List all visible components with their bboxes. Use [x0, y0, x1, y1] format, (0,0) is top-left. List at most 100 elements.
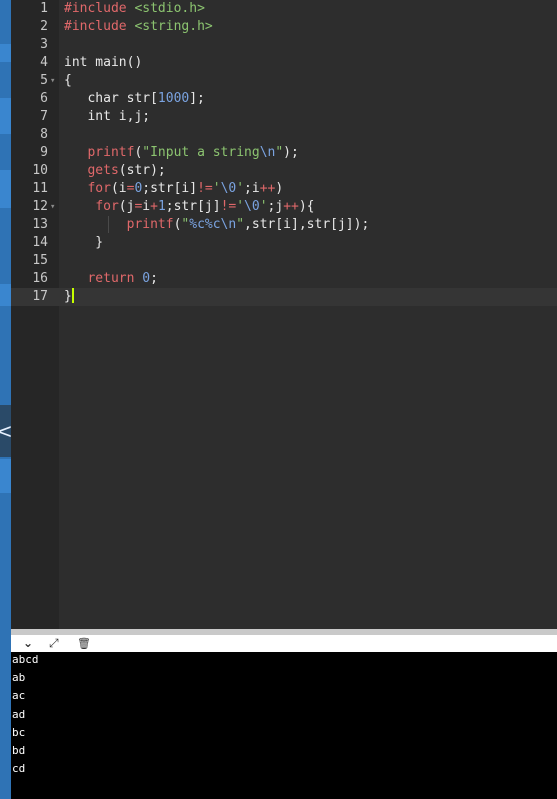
code-token: ++	[283, 199, 299, 214]
line-number: 11	[32, 181, 48, 196]
line-number: 15	[32, 253, 48, 268]
line-number: 16	[32, 271, 48, 286]
line-number: 3	[40, 37, 48, 52]
code-token: ;str[i]	[142, 181, 198, 196]
line-number: 17	[32, 289, 48, 304]
code-token: return	[87, 271, 143, 286]
code-text: int i,j;	[64, 108, 150, 126]
fold-arrow-icon[interactable]: ▾	[50, 72, 55, 90]
fold-arrow-icon[interactable]: ▾	[50, 198, 55, 216]
code-text: #include <stdio.h>	[64, 0, 205, 18]
code-text: gets(str);	[64, 162, 165, 180]
line-number: 9	[40, 145, 48, 160]
code-line[interactable]: 16 return 0;	[11, 270, 557, 288]
code-line[interactable]: 4 int main()	[11, 54, 557, 72]
strip-segment	[0, 459, 11, 493]
code-token: (j	[118, 199, 135, 214]
code-line[interactable]: 13 printf("%c%c\n",str[i],str[j]);	[11, 216, 557, 234]
code-token: )	[275, 181, 284, 196]
code-text: for(j=i+1;str[j]!='\0';j++){	[64, 198, 314, 216]
code-token: '	[259, 199, 268, 214]
indent-guide	[108, 216, 109, 233]
line-number: 2	[40, 19, 48, 34]
code-line[interactable]: 2 #include <string.h>	[11, 18, 557, 36]
code-token: printf	[126, 217, 174, 232]
code-line[interactable]: 6 char str[1000];	[11, 90, 557, 108]
expand-icon[interactable]: ⤢	[49, 635, 59, 652]
line-number: 1	[40, 1, 48, 16]
code-token: "	[236, 217, 245, 232]
console-output-line: ab	[12, 671, 26, 685]
code-token: for	[87, 181, 111, 196]
ide-window: < 1 #include <stdio.h> 2 #include <string.h…	[0, 0, 557, 799]
code-text: }	[64, 288, 74, 306]
line-number: 5	[40, 73, 48, 88]
code-text: printf("Input a string\n");	[64, 144, 299, 162]
code-line[interactable]: 7 int i,j;	[11, 108, 557, 126]
line-number: 14	[32, 235, 48, 250]
code-line[interactable]: 1 #include <stdio.h>	[11, 0, 557, 18]
code-token: +	[150, 199, 158, 214]
code-line[interactable]: 15	[11, 252, 557, 270]
code-token: "	[275, 145, 284, 160]
code-token: );	[283, 145, 299, 160]
console-output[interactable]: abcd ab ac ad bc bd cd	[11, 652, 557, 799]
code-token: ,str[i],str[j]);	[244, 217, 370, 232]
code-text: for(i=0;str[i]!='\0';i++)	[64, 180, 283, 198]
code-text: }	[64, 234, 103, 252]
code-text: return 0;	[64, 270, 158, 288]
line-number: 4	[40, 55, 48, 70]
code-token: \0	[244, 199, 260, 214]
code-token: ;j	[267, 199, 284, 214]
code-text: int main()	[64, 54, 142, 72]
console-output-line: abcd	[12, 653, 39, 666]
code-token: #include	[64, 1, 135, 16]
line-number: 10	[32, 163, 48, 178]
code-token: '	[236, 199, 245, 214]
code-token: 1	[157, 199, 166, 214]
code-token: ];	[189, 91, 205, 106]
clear-console-icon[interactable]: 🗑	[77, 635, 91, 652]
code-text: {	[64, 72, 72, 90]
code-token: ;str[j]	[165, 199, 221, 214]
code-text: char str[1000];	[64, 90, 205, 108]
strip-segment	[0, 170, 11, 208]
code-token: gets	[87, 163, 119, 178]
code-line[interactable]: 9 printf("Input a string\n");	[11, 144, 557, 162]
chevron-down-icon[interactable]: ⌄	[23, 635, 33, 652]
code-token: '	[212, 181, 221, 196]
code-token: <string.h>	[134, 19, 213, 34]
code-token: }	[64, 235, 104, 250]
console-output-line: ac	[12, 689, 26, 703]
code-token: }	[64, 289, 72, 304]
code-token: ;	[150, 271, 158, 286]
code-line[interactable]: 12 ▾ for(j=i+1;str[j]!='\0';j++){	[11, 198, 557, 216]
code-line[interactable]: 10 gets(str);	[11, 162, 557, 180]
collapse-panel-button[interactable]: <	[0, 405, 11, 457]
strip-segment	[0, 98, 11, 134]
line-number: 12	[32, 199, 48, 214]
line-number: 7	[40, 109, 48, 124]
left-panel-strip[interactable]: <	[0, 0, 11, 799]
console-output-line: bd	[12, 744, 26, 757]
code-editor[interactable]: 1 #include <stdio.h> 2 #include <string.h> 3…	[11, 0, 557, 629]
code-line[interactable]: 8	[11, 126, 557, 144]
code-line[interactable]: 3	[11, 36, 557, 54]
code-token: '	[236, 181, 245, 196]
code-line[interactable]: 5 ▾ {	[11, 72, 557, 90]
console-toolbar: ⌄ ⤢ 🗑	[11, 635, 557, 652]
code-token: ++	[259, 181, 276, 196]
code-token: for	[95, 199, 119, 214]
code-token: (i	[110, 181, 127, 196]
code-token: \n	[259, 145, 276, 160]
code-line[interactable]: 11 for(i=0;str[i]!='\0';i++)	[11, 180, 557, 198]
code-line[interactable]: 17}	[11, 288, 557, 306]
line-number: 13	[32, 217, 48, 232]
code-line[interactable]: 14 }	[11, 234, 557, 252]
text-cursor	[71, 288, 74, 303]
